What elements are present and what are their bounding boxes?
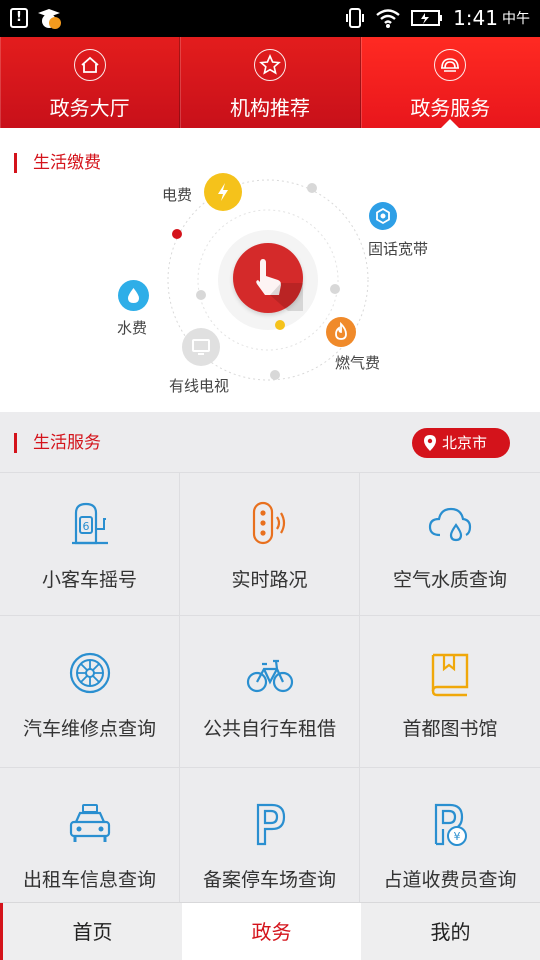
service-icon [434, 49, 467, 81]
tab-government-services[interactable]: 政务服务 [360, 37, 540, 128]
library-book-icon [431, 653, 469, 697]
broadband-icon[interactable] [369, 202, 397, 230]
location-pin-icon [424, 435, 436, 451]
life-payment-section: 生活缴费 电费 固话宽带 水费 燃气费 有线电视 [0, 128, 540, 412]
svg-text:¥: ¥ [454, 830, 461, 843]
water-label[interactable]: 水费 [117, 317, 147, 338]
vibrate-icon [346, 8, 365, 28]
service-car-repair[interactable]: 汽车维修点查询 [0, 615, 180, 767]
top-tab-bar: 政务大厅 机构推荐 政务服务 [0, 37, 540, 128]
city-selector-button[interactable]: 北京市 [412, 428, 510, 458]
service-label: 占道收费员查询 [383, 869, 517, 891]
parking-icon [256, 803, 285, 846]
nav-mine[interactable]: 我的 [361, 903, 540, 960]
service-registered-parking[interactable]: 备案停车场查询 [180, 767, 360, 902]
traffic-light-icon [252, 501, 285, 545]
service-public-bike[interactable]: 公共自行车租借 [180, 615, 360, 767]
gas-label[interactable]: 燃气费 [335, 352, 380, 373]
tab-government-hall[interactable]: 政务大厅 [0, 37, 181, 128]
bottom-navigation: 首页 政务 我的 [0, 902, 540, 960]
parking-fee-icon: ¥ [434, 803, 467, 846]
service-label: 小客车摇号 [41, 569, 137, 591]
life-services-header: 生活服务 北京市 [0, 412, 540, 472]
service-label: 出租车信息查询 [22, 869, 156, 891]
hand-pointer-icon[interactable] [233, 243, 303, 313]
app-notification-icon [38, 9, 61, 29]
electricity-label[interactable]: 电费 [162, 184, 192, 205]
home-icon [73, 49, 106, 81]
service-label: 备案停车场查询 [202, 869, 336, 891]
nav-government[interactable]: 政务 [182, 903, 361, 960]
service-car-lottery[interactable]: 6 小客车摇号 [0, 472, 180, 615]
electricity-icon[interactable] [204, 173, 242, 211]
tab-label: 政务大厅 [49, 96, 130, 120]
service-label: 空气水质查询 [392, 569, 507, 591]
active-tab-indicator [441, 119, 460, 128]
life-services-grid: 6 小客车摇号 实时路况 空气水质查询 汽车维修点查询 公共自行车租借 首都图书… [0, 472, 540, 902]
service-taxi[interactable]: 出租车信息查询 [0, 767, 180, 902]
gas-icon[interactable] [326, 317, 356, 347]
broadband-label[interactable]: 固话宽带 [368, 238, 428, 259]
status-bar: ! 1:41 中午 [0, 0, 540, 37]
service-capital-library[interactable]: 首都图书馆 [360, 615, 540, 767]
air-water-icon [428, 507, 472, 542]
tab-label: 政务服务 [410, 96, 491, 120]
status-time: 1:41 [453, 6, 498, 30]
service-label: 首都图书馆 [402, 718, 498, 740]
city-label: 北京市 [442, 434, 488, 452]
service-traffic[interactable]: 实时路况 [180, 472, 360, 615]
svg-text:6: 6 [82, 520, 89, 533]
nav-home[interactable]: 首页 [0, 903, 182, 960]
service-label: 公共自行车租借 [202, 718, 336, 740]
life-services-title: 生活服务 [14, 433, 101, 453]
service-label: 实时路况 [231, 569, 308, 591]
taxi-icon [69, 804, 110, 842]
water-icon[interactable] [118, 280, 149, 311]
battery-icon [411, 10, 443, 26]
service-air-water[interactable]: 空气水质查询 [360, 472, 540, 615]
tv-label[interactable]: 有线电视 [169, 375, 229, 396]
service-label: 汽车维修点查询 [22, 718, 156, 740]
service-parking-fee-collector[interactable]: ¥ 占道收费员查询 [360, 767, 540, 902]
car-lottery-icon: 6 [71, 502, 108, 545]
alert-icon: ! [10, 8, 28, 28]
tab-institution-recommend[interactable]: 机构推荐 [180, 37, 361, 128]
star-icon [253, 49, 286, 81]
tab-label: 机构推荐 [229, 96, 310, 120]
wifi-icon [376, 9, 400, 28]
bicycle-icon [246, 659, 293, 693]
tire-icon [69, 652, 110, 694]
tv-icon[interactable] [182, 328, 220, 366]
status-ampm: 中午 [502, 11, 530, 27]
